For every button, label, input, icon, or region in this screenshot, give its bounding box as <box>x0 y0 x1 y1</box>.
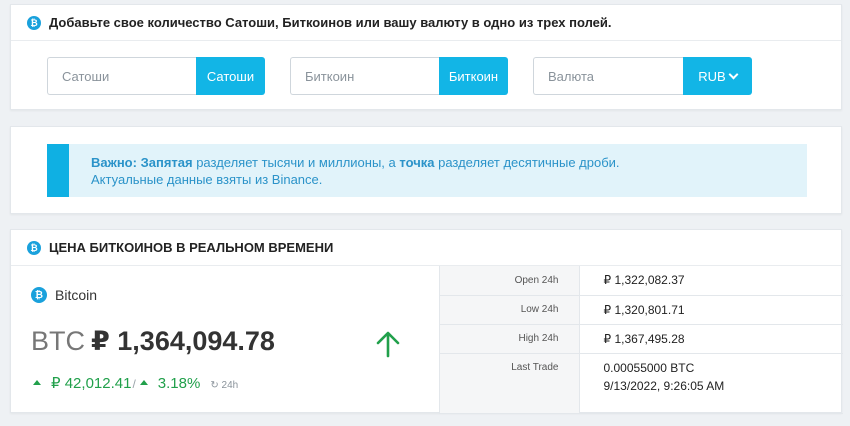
alert-line-1: Важно: Запятая разделяет тысячи и миллио… <box>91 154 807 171</box>
notice-card: Важно: Запятая разделяет тысячи и миллио… <box>10 126 842 214</box>
chevron-down-icon <box>728 69 739 79</box>
converter-header: ₿ Добавьте свое количество Сатоши, Битко… <box>11 5 841 41</box>
price-summary: ₿ Bitcoin BTC ₽ 1,364,094.78 ₽ 42,012.41… <box>11 266 439 413</box>
satoshi-group: Сатоши <box>47 57 265 95</box>
change-separator: / <box>132 377 136 391</box>
change-amount: ₽ 42,012.41 <box>51 375 132 392</box>
arrow-up-icon <box>376 331 400 358</box>
triangle-up-icon <box>33 380 41 385</box>
table-row: High 24h ₽ 1,367,495.28 <box>440 324 843 354</box>
coin-title: ₿ Bitcoin <box>31 287 97 303</box>
alert-text-1: разделяет тысячи и миллионы, а <box>192 155 400 170</box>
bitcoin-input[interactable] <box>290 57 439 95</box>
stat-label: Open 24h <box>440 266 580 296</box>
period-label: ↻ 24h <box>210 380 238 391</box>
last-trade-amount: 0.00055000 BTC <box>603 360 695 375</box>
bitcoin-icon: ₿ <box>31 287 47 303</box>
table-row: Low 24h ₽ 1,320,801.71 <box>440 295 843 325</box>
converter-card: ₿ Добавьте свое количество Сатоши, Битко… <box>10 4 842 110</box>
important-label: Важно: <box>91 155 137 170</box>
realtime-heading: ЦЕНА БИТКОИНОВ В РЕАЛЬНОМ ВРЕМЕНИ <box>49 240 334 255</box>
triangle-up-icon <box>139 380 148 385</box>
stat-label: Last Trade <box>440 353 580 414</box>
bitcoin-button[interactable]: Биткоин <box>439 57 508 95</box>
bitcoin-icon: ₿ <box>27 15 41 30</box>
stat-value: ₽ 1,367,495.28 <box>579 324 843 354</box>
last-trade-time: 9/13/2022, 9:26:05 AM <box>603 378 725 393</box>
bitcoin-group: Биткоин <box>290 57 508 95</box>
price-change: ₽ 42,012.41 / 3.18% ↻ 24h <box>33 374 238 392</box>
stat-value: ₽ 1,322,082.37 <box>579 266 843 296</box>
currency-group: RUB <box>533 57 752 95</box>
currency-select-button[interactable]: RUB <box>683 57 752 95</box>
realtime-header: ₿ ЦЕНА БИТКОИНОВ В РЕАЛЬНОМ ВРЕМЕНИ <box>11 230 841 266</box>
alert-text-2: разделяет десятичные дроби. <box>434 155 620 170</box>
price-value: ₽ 1,364,094.78 <box>91 326 275 356</box>
currency-input[interactable] <box>533 57 683 95</box>
period-value: 24h <box>221 380 239 391</box>
currency-code-label: BTC <box>31 326 85 356</box>
table-row: Open 24h ₽ 1,322,082.37 <box>440 266 843 296</box>
stat-label: Low 24h <box>440 295 580 325</box>
dot-word: точка <box>399 155 435 170</box>
stat-value: 0.00055000 BTC 9/13/2022, 9:26:05 AM <box>579 353 843 414</box>
stat-label: High 24h <box>440 324 580 354</box>
current-price: BTC ₽ 1,364,094.78 <box>31 326 275 357</box>
refresh-icon: ↻ <box>210 380 222 391</box>
alert-line-2: Актуальные данные взяты из Binance. <box>91 172 323 187</box>
coin-name: Bitcoin <box>55 287 98 303</box>
table-row: Last Trade 0.00055000 BTC 9/13/2022, 9:2… <box>440 353 843 414</box>
converter-heading: Добавьте свое количество Сатоши, Биткоин… <box>49 15 612 30</box>
price-stats-table: Open 24h ₽ 1,322,082.37 Low 24h ₽ 1,320,… <box>439 266 843 414</box>
bitcoin-icon: ₿ <box>27 240 41 255</box>
stat-value: ₽ 1,320,801.71 <box>579 295 843 325</box>
change-percent: 3.18% <box>157 375 201 392</box>
currency-code: RUB <box>698 68 726 84</box>
info-alert: Важно: Запятая разделяет тысячи и миллио… <box>47 144 807 197</box>
satoshi-input[interactable] <box>47 57 196 95</box>
comma-word: Запятая <box>140 155 193 170</box>
realtime-price-card: ₿ ЦЕНА БИТКОИНОВ В РЕАЛЬНОМ ВРЕМЕНИ ₿ Bi… <box>10 229 843 414</box>
satoshi-button[interactable]: Сатоши <box>196 57 265 95</box>
